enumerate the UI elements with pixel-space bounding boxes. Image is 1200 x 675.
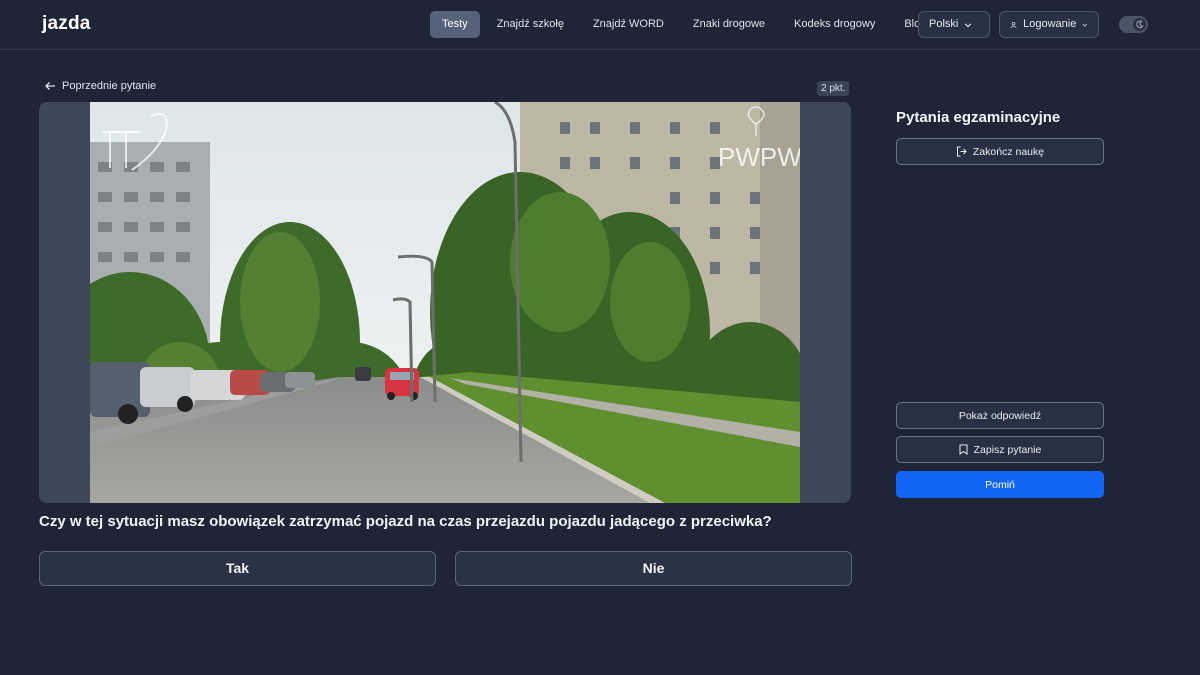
nav-link-szkola[interactable]: Znajdź szkołę [485,11,576,38]
top-navbar: jazda Testy Znajdź szkołę Znajdź WORD Zn… [0,0,1200,50]
points-badge: 2 pkt. [817,81,850,96]
nav-link-testy[interactable]: Testy [430,11,480,38]
chevron-down-icon [1082,23,1088,27]
chevron-down-icon [965,22,972,27]
login-label: Logowanie [1023,18,1077,30]
moon-icon [1133,18,1146,31]
skip-button[interactable]: Pomiń [896,471,1104,498]
question-text: Czy w tej sytuacji masz obowiązek zatrzy… [39,513,772,530]
bookmark-icon [959,444,968,455]
road-scene-image: PWPW [90,102,800,503]
save-question-button[interactable]: Zapisz pytanie [896,436,1104,463]
login-dropdown[interactable]: Logowanie [999,11,1099,38]
user-icon [1010,21,1017,28]
save-question-label: Zapisz pytanie [973,443,1042,456]
sidebar-title: Pytania egzaminacyjne [896,109,1061,126]
language-label: Polski [929,18,959,30]
end-learning-button[interactable]: Zakończ naukę [896,138,1104,165]
logo[interactable]: jazda [42,13,91,35]
previous-question-link[interactable]: Poprzednie pytanie [44,80,156,92]
answer-no-button[interactable]: Nie [455,551,852,586]
theme-toggle[interactable] [1119,16,1148,33]
nav-link-kodeks[interactable]: Kodeks drogowy [782,11,887,38]
show-answer-button[interactable]: Pokaż odpowiedź [896,402,1104,429]
previous-question-label: Poprzednie pytanie [62,80,157,92]
show-answer-label: Pokaż odpowiedź [958,409,1042,422]
arrow-left-icon [45,82,55,90]
logout-icon [956,146,967,157]
language-dropdown[interactable]: Polski [918,11,990,38]
end-learning-label: Zakończ naukę [972,145,1045,158]
nav-link-znaki[interactable]: Znaki drogowe [681,11,777,38]
nav-links: Testy Znajdź szkołę Znajdź WORD Znaki dr… [430,11,943,38]
nav-link-word[interactable]: Znajdź WORD [581,11,676,38]
skip-label: Pomiń [985,478,1015,491]
pwpw-watermark: PWPW [718,142,800,172]
answer-yes-button[interactable]: Tak [39,551,436,586]
question-media: PWPW [39,102,851,503]
